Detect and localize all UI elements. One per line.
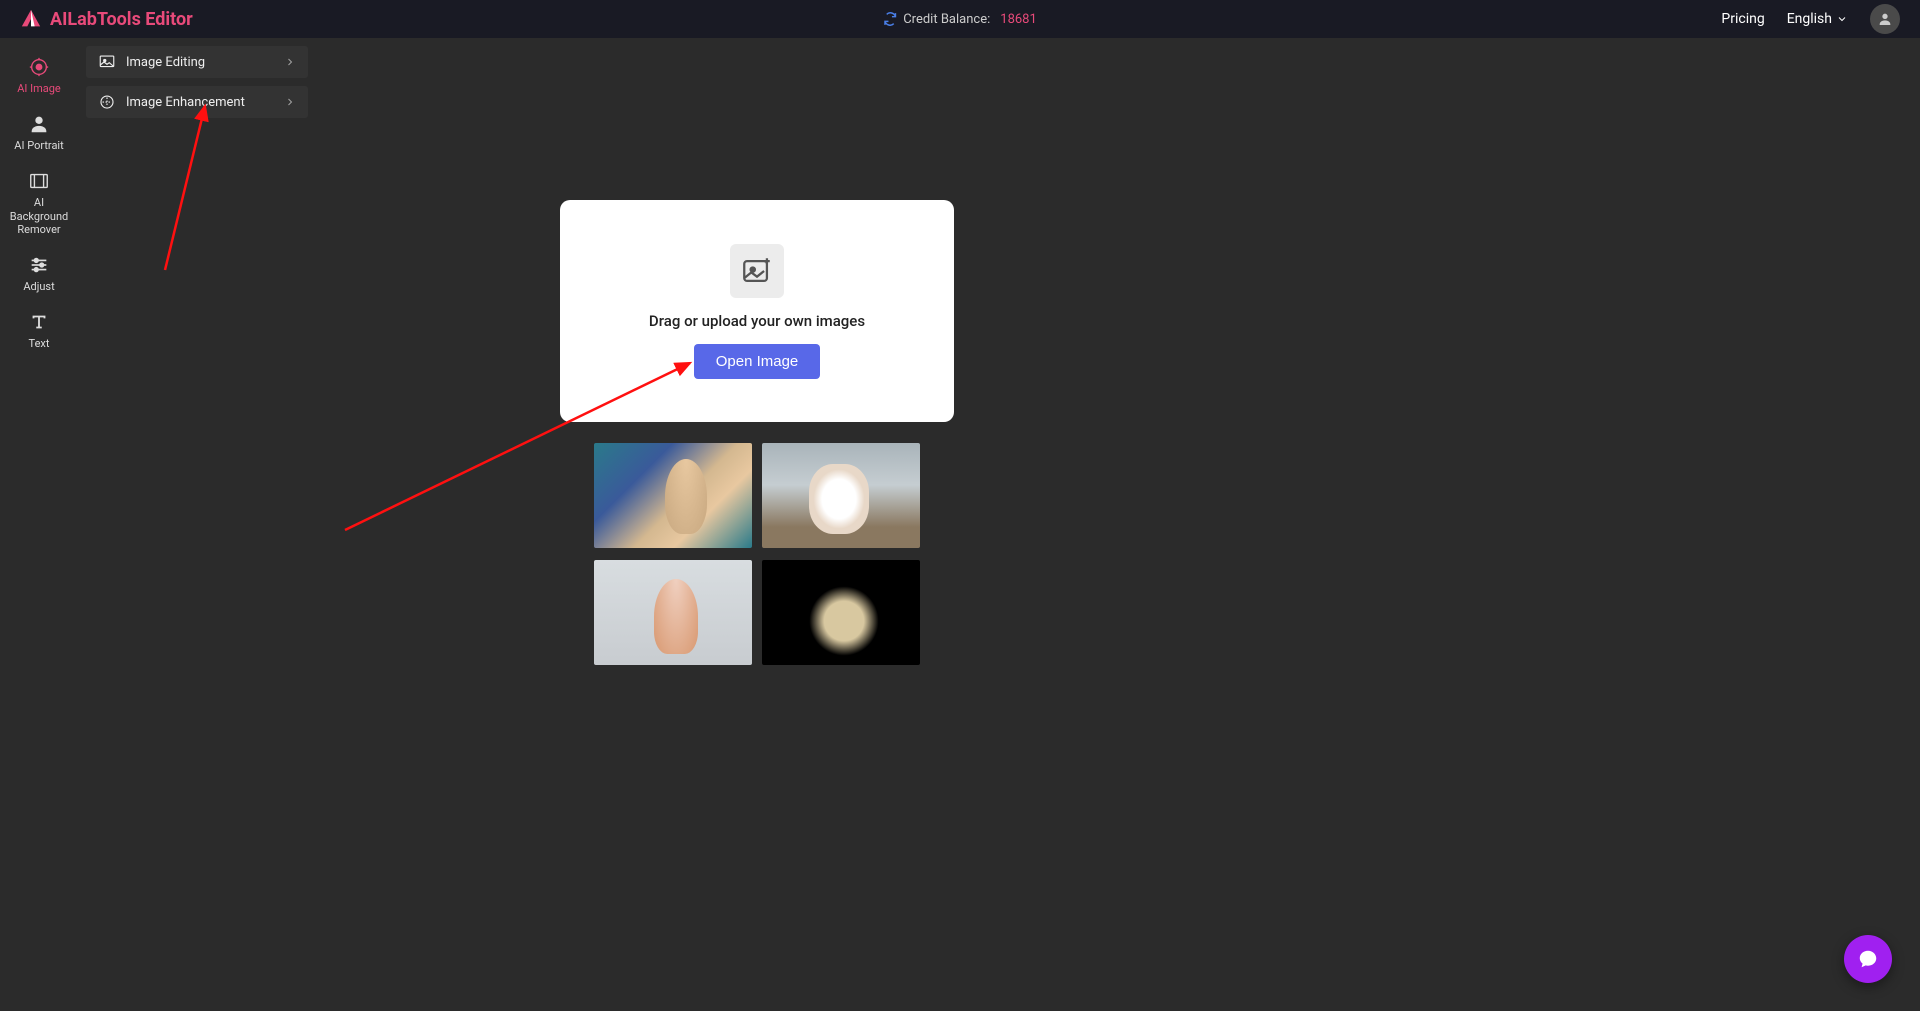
bg-remover-icon: [28, 170, 50, 192]
sample-thumbnail[interactable]: [762, 443, 920, 548]
sidebar-item-label: AI Background Remover: [4, 196, 74, 236]
credit-balance: Credit Balance: 18681: [883, 12, 1037, 27]
language-label: English: [1787, 11, 1832, 27]
sidebar-item-bg-remover[interactable]: AI Background Remover: [0, 162, 78, 246]
app-title: AILabTools Editor: [50, 9, 193, 30]
submenu-item-label: Image Editing: [126, 55, 205, 70]
chevron-down-icon: [1836, 13, 1848, 25]
sidebar-item-text[interactable]: Text: [0, 303, 78, 360]
sample-thumbnail[interactable]: [594, 443, 752, 548]
text-icon: [28, 311, 50, 333]
sidebar-item-ai-image[interactable]: AI Image: [0, 48, 78, 105]
submenu-item-label: Image Enhancement: [126, 95, 245, 110]
refresh-icon[interactable]: [883, 12, 897, 26]
sidebar-item-label: AI Image: [17, 82, 61, 95]
sample-thumbnails: [594, 443, 920, 665]
chat-icon: [1857, 948, 1879, 970]
upload-prompt: Drag or upload your own images: [649, 312, 865, 330]
user-icon: [1877, 11, 1893, 27]
sample-thumbnail[interactable]: [762, 560, 920, 665]
upload-image-icon: [740, 254, 774, 288]
credit-value: 18681: [1000, 12, 1037, 27]
portrait-icon: [28, 113, 50, 135]
open-image-button[interactable]: Open Image: [694, 344, 821, 379]
sidebar-item-label: Adjust: [23, 280, 54, 293]
logo-icon: [20, 8, 42, 30]
submenu-item-image-enhancement[interactable]: Image Enhancement: [86, 86, 308, 118]
user-avatar[interactable]: [1870, 4, 1900, 34]
header-right: Pricing English: [1721, 4, 1900, 34]
app-header: AILabTools Editor Credit Balance: 18681 …: [0, 0, 1920, 38]
adjust-icon: [28, 254, 50, 276]
upload-card[interactable]: Drag or upload your own images Open Imag…: [560, 200, 954, 422]
annotation-arrow: [160, 100, 220, 275]
language-selector[interactable]: English: [1787, 11, 1848, 27]
chevron-right-icon: [284, 96, 296, 108]
ai-image-icon: [28, 56, 50, 78]
sidebar-item-label: Text: [29, 337, 50, 350]
upload-icon-box: [730, 244, 784, 298]
sidebar-item-ai-portrait[interactable]: AI Portrait: [0, 105, 78, 162]
submenu-item-image-editing[interactable]: Image Editing: [86, 46, 308, 78]
image-edit-icon: [98, 53, 116, 71]
app-logo[interactable]: AILabTools Editor: [20, 8, 193, 30]
chat-button[interactable]: [1844, 935, 1892, 983]
chevron-right-icon: [284, 56, 296, 68]
submenu: Image Editing Image Enhancement: [86, 46, 308, 118]
credit-label: Credit Balance:: [903, 12, 990, 27]
image-enhance-icon: [98, 93, 116, 111]
sidebar-item-label: AI Portrait: [14, 139, 63, 152]
pricing-link[interactable]: Pricing: [1721, 11, 1764, 27]
sample-thumbnail[interactable]: [594, 560, 752, 665]
sidebar: AI Image AI Portrait AI Background Remov…: [0, 38, 78, 1011]
sidebar-item-adjust[interactable]: Adjust: [0, 246, 78, 303]
